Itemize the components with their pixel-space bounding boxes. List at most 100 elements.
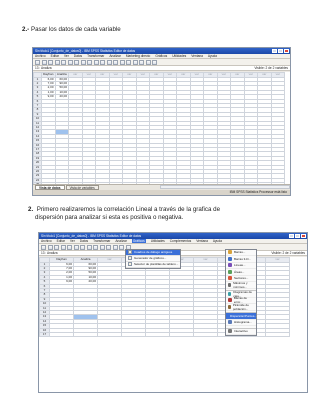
row-number[interactable]: 17 bbox=[39, 331, 50, 338]
data-cell[interactable] bbox=[145, 331, 170, 338]
menu-transformar[interactable]: Transformar bbox=[93, 239, 110, 243]
menu-graficos[interactable]: Gráficos bbox=[155, 54, 167, 58]
goto-case-icon[interactable] bbox=[80, 244, 85, 250]
data-cell[interactable] bbox=[49, 331, 74, 338]
menu-datos[interactable]: Datos bbox=[74, 54, 82, 58]
data-cell[interactable] bbox=[73, 331, 98, 338]
recall-dialog-icon[interactable] bbox=[54, 59, 60, 65]
close-icon[interactable] bbox=[301, 234, 306, 238]
split-file-icon[interactable] bbox=[119, 244, 124, 250]
maximos-y-minimos-icon bbox=[228, 282, 232, 287]
spelling-icon[interactable] bbox=[152, 59, 157, 65]
menu-complementos[interactable]: Complementos bbox=[170, 239, 191, 243]
cell-reference: 13 : Analiza bbox=[35, 66, 52, 70]
horizontal-scrollbar[interactable] bbox=[160, 185, 290, 189]
window-1-toolbar bbox=[33, 59, 290, 66]
data-grid-1[interactable]: Dayhan Analiza var var var var var var var var var… bbox=[33, 72, 290, 193]
undo-icon[interactable] bbox=[67, 244, 72, 250]
data-cell[interactable] bbox=[121, 331, 146, 338]
save-icon[interactable] bbox=[41, 59, 47, 65]
step-2-text-continued: dispersión para analizar si esta es posi… bbox=[35, 214, 184, 222]
data-table-1: Dayhan Analiza var var var var var var var var var… bbox=[33, 72, 285, 193]
save-icon[interactable] bbox=[47, 244, 53, 250]
menu-utilidades[interactable]: Utilidades bbox=[151, 239, 165, 243]
data-cell[interactable] bbox=[169, 331, 194, 338]
insert-cases-icon[interactable] bbox=[100, 59, 105, 65]
open-icon[interactable] bbox=[35, 59, 40, 65]
maximize-icon[interactable] bbox=[278, 49, 283, 53]
column-header[interactable]: Analiza bbox=[54, 72, 69, 78]
redo-icon[interactable] bbox=[73, 244, 79, 250]
legacy-dialogs-icon bbox=[128, 250, 132, 254]
step-2-paragraph: 2. Primero realizaremos la correlación L… bbox=[28, 206, 280, 223]
goto-variable-icon[interactable] bbox=[80, 59, 86, 65]
menu-archivo[interactable]: Archivo bbox=[35, 54, 46, 58]
menu-editar[interactable]: Editar bbox=[57, 239, 65, 243]
step-1-number: 2.- bbox=[22, 26, 30, 33]
data-grid-2[interactable]: DayhanAnalizavarvarvarvarvarvarvarvar16,… bbox=[39, 257, 307, 392]
graficos-menu: Cuadros de diálogo antiguos Generador de… bbox=[125, 248, 181, 269]
menu-item-interactivo[interactable]: Interactivo bbox=[226, 329, 256, 335]
chart-builder-icon bbox=[128, 256, 132, 260]
minimize-icon[interactable] bbox=[272, 49, 277, 53]
menu-ver[interactable]: Ver bbox=[70, 239, 75, 243]
spss-data-editor-window-2: Sin título1 [Conjunto_de_datos0] - IBM S… bbox=[38, 232, 308, 393]
data-cell[interactable] bbox=[97, 331, 122, 338]
barras-de-error-icon bbox=[228, 298, 232, 303]
menu-transformar[interactable]: Transformar bbox=[87, 54, 104, 58]
insert-variable-icon[interactable] bbox=[112, 244, 118, 250]
open-icon[interactable] bbox=[41, 244, 46, 250]
menu-utilidades[interactable]: Utilidades bbox=[172, 54, 186, 58]
print-icon[interactable] bbox=[54, 244, 59, 250]
use-sets-icon[interactable] bbox=[139, 59, 144, 65]
insert-variable-icon[interactable] bbox=[106, 59, 112, 65]
window-1-title: Sin título1 [Conjunto_de_datos0] - IBM S… bbox=[35, 49, 136, 53]
visible-variables: Visible: 2 de 2 variables bbox=[271, 251, 305, 255]
maximize-icon[interactable] bbox=[295, 234, 300, 238]
variables-icon[interactable] bbox=[87, 59, 92, 65]
menu-ver[interactable]: Ver bbox=[64, 54, 69, 58]
piramide-de-poblacion-icon bbox=[228, 304, 231, 309]
data-cell[interactable] bbox=[265, 331, 290, 338]
spss-data-editor-window-1: Sin título1 [Conjunto_de_datos0] - IBM S… bbox=[32, 47, 291, 196]
window-1-cell-bar: 13 : Analiza Visible: 2 de 2 variables bbox=[33, 66, 290, 71]
cell-reference: 13 : Analiza bbox=[41, 251, 58, 255]
variables-icon[interactable] bbox=[93, 244, 98, 250]
menu-marketing-directo[interactable]: Marketing directo bbox=[126, 54, 150, 58]
insert-cases-icon[interactable] bbox=[106, 244, 111, 250]
column-header[interactable]: Dayhan bbox=[41, 72, 56, 78]
menu-datos[interactable]: Datos bbox=[80, 239, 88, 243]
value-labels-icon[interactable] bbox=[132, 59, 138, 65]
goto-variable-icon[interactable] bbox=[86, 244, 92, 250]
minimize-icon[interactable] bbox=[289, 234, 294, 238]
areas-icon bbox=[228, 269, 232, 274]
window-1-status: IBM SPSS Statistics Processor está listo bbox=[33, 190, 290, 195]
redo-icon[interactable] bbox=[67, 59, 73, 65]
data-cell[interactable] bbox=[193, 331, 218, 338]
show-all-icon[interactable] bbox=[145, 59, 151, 65]
find-icon[interactable] bbox=[99, 244, 105, 250]
menu-analizar[interactable]: Analizar bbox=[109, 54, 121, 58]
select-cases-icon[interactable] bbox=[126, 59, 131, 65]
legacy-dialogs-submenu: Barras... Barras 3-D... Líneas... Áreas... S… bbox=[225, 248, 257, 336]
menu-editar[interactable]: Editar bbox=[51, 54, 59, 58]
menu-ayuda[interactable]: Ayuda bbox=[213, 239, 222, 243]
interactivo-icon bbox=[228, 329, 232, 334]
undo-icon[interactable] bbox=[61, 59, 66, 65]
find-icon[interactable] bbox=[93, 59, 99, 65]
menu-archivo[interactable]: Archivo bbox=[41, 239, 52, 243]
step-2-text: Primero realizaremos la correlación Line… bbox=[36, 206, 221, 213]
window-2-title: Sin título1 [Conjunto_de_datos0] - IBM S… bbox=[41, 234, 142, 238]
menu-analizar[interactable]: Analizar bbox=[115, 239, 127, 243]
goto-case-icon[interactable] bbox=[74, 59, 79, 65]
split-file-icon[interactable] bbox=[113, 59, 118, 65]
menu-graficos[interactable]: Gráficos bbox=[131, 239, 146, 243]
recall-dialog-icon[interactable] bbox=[60, 244, 66, 250]
menu-ventana[interactable]: Ventana bbox=[196, 239, 208, 243]
menu-item-template-chooser[interactable]: Selector de plantillas de tablero... bbox=[126, 262, 180, 268]
close-icon[interactable] bbox=[284, 49, 289, 53]
menu-ventana[interactable]: Ventana bbox=[191, 54, 203, 58]
menu-ayuda[interactable]: Ayuda bbox=[208, 54, 217, 58]
print-icon[interactable] bbox=[48, 59, 53, 65]
weight-cases-icon[interactable] bbox=[119, 59, 125, 65]
